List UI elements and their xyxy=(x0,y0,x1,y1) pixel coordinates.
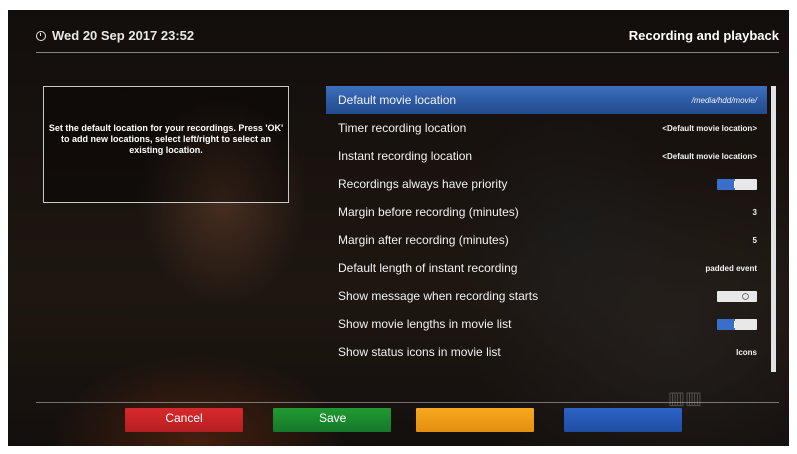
setting-value: padded event xyxy=(705,263,757,273)
setting-label: Show message when recording starts xyxy=(338,289,539,303)
setting-label: Timer recording location xyxy=(338,121,467,135)
setting-row-instant-recording-location[interactable]: Instant recording location <Default movi… xyxy=(326,142,767,170)
scrollbar[interactable] xyxy=(771,86,776,372)
blue-button[interactable] xyxy=(564,408,682,432)
help-box: Set the default location for your record… xyxy=(43,86,289,203)
save-button[interactable]: Save xyxy=(273,408,391,432)
setting-label: Default length of instant recording xyxy=(338,261,518,275)
setting-value: /media/hdd/movie/ xyxy=(691,95,757,105)
footer-divider xyxy=(36,402,779,403)
screen-title: Recording and playback xyxy=(628,28,779,43)
setting-label: Margin before recording (minutes) xyxy=(338,205,519,219)
setting-row-default-movie-location[interactable]: Default movie location /media/hdd/movie/ xyxy=(326,86,767,114)
toggle-switch-on[interactable] xyxy=(717,178,757,190)
yellow-button[interactable] xyxy=(416,408,534,432)
setting-row-show-movie-lengths[interactable]: Show movie lengths in movie list xyxy=(326,310,767,338)
setting-row-status-icons[interactable]: Show status icons in movie list Icons xyxy=(326,338,767,366)
setting-value: <Default movie location> xyxy=(662,151,757,161)
setting-row-margin-after[interactable]: Margin after recording (minutes) 5 xyxy=(326,226,767,254)
setting-value: <Default movie location> xyxy=(662,123,757,133)
setting-label: Show status icons in movie list xyxy=(338,345,501,359)
toggle-switch-on[interactable] xyxy=(717,318,757,330)
setting-label: Default movie location xyxy=(338,93,457,107)
clock-icon xyxy=(36,30,46,41)
help-text: Set the default location for your record… xyxy=(48,123,284,155)
setting-value: 5 xyxy=(752,235,757,245)
settings-list: Default movie location /media/hdd/movie/… xyxy=(326,86,767,366)
datetime-display: Wed 20 Sep 2017 23:52 xyxy=(36,28,194,43)
setting-label: Margin after recording (minutes) xyxy=(338,233,509,247)
setting-label: Recordings always have priority xyxy=(338,177,508,191)
header-divider xyxy=(36,52,779,53)
setting-label: Instant recording location xyxy=(338,149,473,163)
setting-row-show-message[interactable]: Show message when recording starts xyxy=(326,282,767,310)
toggle-switch-off[interactable] xyxy=(717,290,757,302)
setting-row-margin-before[interactable]: Margin before recording (minutes) 3 xyxy=(326,198,767,226)
scrollbar-thumb[interactable] xyxy=(771,86,776,372)
setting-row-instant-length[interactable]: Default length of instant recording padd… xyxy=(326,254,767,282)
cancel-button[interactable]: Cancel xyxy=(125,408,243,432)
setting-value: 3 xyxy=(752,207,757,217)
setting-value: Icons xyxy=(736,347,757,357)
setting-row-recordings-priority[interactable]: Recordings always have priority xyxy=(326,170,767,198)
setting-label: Show movie lengths in movie list xyxy=(338,317,512,331)
header-bar: Wed 20 Sep 2017 23:52 Recording and play… xyxy=(36,28,779,50)
datetime-text: Wed 20 Sep 2017 23:52 xyxy=(52,28,195,43)
tv-screen: Wed 20 Sep 2017 23:52 Recording and play… xyxy=(8,10,789,446)
setting-row-timer-recording-location[interactable]: Timer recording location <Default movie … xyxy=(326,114,767,142)
